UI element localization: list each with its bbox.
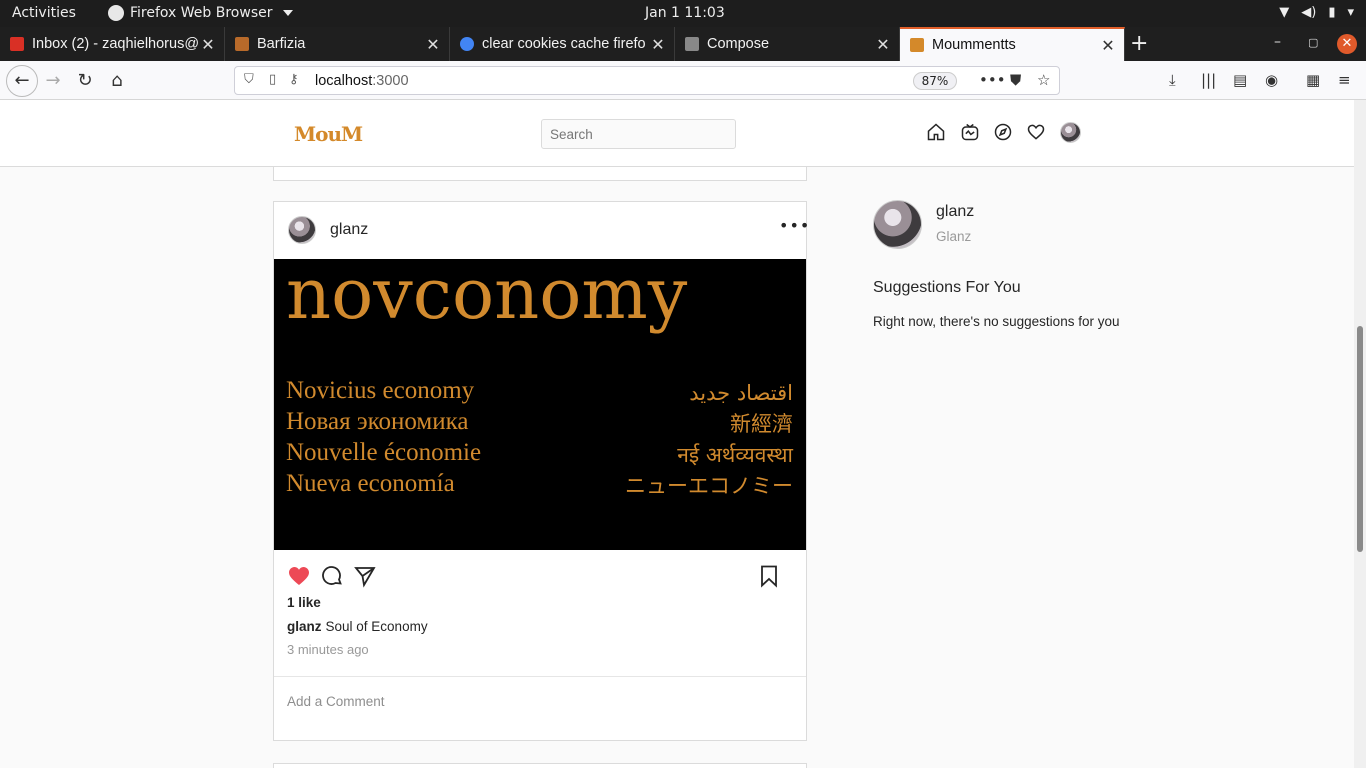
- maximize-icon[interactable]: ▢: [1308, 36, 1318, 49]
- system-tray[interactable]: ▼ ◀) ▮ ▾: [1279, 5, 1354, 20]
- caption-text: Soul of Economy: [325, 619, 428, 634]
- post-header: glanz •••: [274, 202, 809, 259]
- post-author-username[interactable]: glanz: [330, 221, 368, 239]
- page-actions-icon[interactable]: •••: [979, 71, 1006, 89]
- search-input[interactable]: [541, 119, 736, 149]
- suggestions-empty-message: Right now, there's no suggestions for yo…: [873, 314, 1120, 329]
- like-heart-icon[interactable]: [287, 564, 311, 588]
- profile-avatar[interactable]: [1060, 122, 1081, 143]
- battery-icon: ▮: [1328, 5, 1336, 20]
- tab-strip: Inbox (2) - zaqhielhorus@ ✕ Barfizia ✕ c…: [0, 27, 1366, 61]
- post-image-left-lines: Novicius economy Новая экономика Nouvell…: [286, 377, 482, 497]
- activities-button[interactable]: Activities: [12, 5, 76, 21]
- tab-barfizia[interactable]: Barfizia ✕: [225, 27, 450, 61]
- comment-icon[interactable]: [320, 564, 344, 588]
- tab-title: Compose: [707, 36, 770, 52]
- share-send-icon[interactable]: [353, 564, 377, 588]
- key-icon[interactable]: ⚷: [289, 72, 299, 87]
- chevron-down-icon: ▾: [1347, 5, 1354, 20]
- next-post-card: [273, 763, 807, 768]
- scrollbar-thumb[interactable]: [1357, 326, 1363, 552]
- clock[interactable]: Jan 1 11:03: [645, 5, 725, 21]
- new-tab-button[interactable]: +: [1130, 31, 1148, 56]
- tab-inbox[interactable]: Inbox (2) - zaqhielhorus@ ✕: [0, 27, 225, 61]
- close-icon[interactable]: ✕: [200, 35, 216, 54]
- post-author-avatar[interactable]: [288, 216, 316, 244]
- extensions-icon[interactable]: ▦: [1306, 71, 1320, 89]
- sidebar-user-avatar[interactable]: [873, 200, 922, 249]
- app-menu[interactable]: Firefox Web Browser: [108, 5, 293, 21]
- tab-title: Moummentts: [932, 37, 1016, 53]
- page-icon: ▯: [269, 72, 277, 87]
- activity-heart-icon[interactable]: [1025, 121, 1047, 143]
- tab-compose[interactable]: Compose ✕: [675, 27, 900, 61]
- minimize-icon[interactable]: –: [1274, 34, 1281, 50]
- close-icon[interactable]: ✕: [1100, 36, 1116, 55]
- post-caption: glanz Soul of Economy: [287, 619, 428, 634]
- post-image-right-lines: اقتصاد جديد 新經濟 नई अर्थव्यवस्था ニューエコノミー: [625, 381, 793, 498]
- system-top-bar: Activities Firefox Web Browser Jan 1 11:…: [0, 0, 1366, 27]
- wifi-icon: ▼: [1279, 5, 1290, 20]
- home-icon[interactable]: [925, 121, 947, 143]
- google-icon: [460, 37, 474, 51]
- app-menu-label: Firefox Web Browser: [130, 5, 273, 21]
- previous-post-card: [273, 167, 807, 181]
- volume-icon: ◀): [1301, 5, 1317, 20]
- tab-clear-cookies[interactable]: clear cookies cache firefo ✕: [450, 27, 675, 61]
- account-icon[interactable]: ◉: [1265, 71, 1278, 89]
- post-image[interactable]: novconomy Novicius economy Новая экономи…: [274, 259, 806, 550]
- save-bookmark-icon[interactable]: [757, 564, 781, 588]
- logo[interactable]: MouM: [294, 122, 363, 146]
- bookmark-star-icon[interactable]: ☆: [1037, 71, 1050, 89]
- app-header: MouM: [0, 100, 1354, 167]
- compose-icon: [685, 37, 699, 51]
- page-scrollbar[interactable]: [1354, 100, 1366, 768]
- like-count[interactable]: 1 like: [287, 595, 321, 610]
- tab-title: Inbox (2) - zaqhielhorus@: [32, 36, 200, 52]
- close-icon[interactable]: ✕: [875, 35, 891, 54]
- menu-icon[interactable]: ≡: [1338, 71, 1351, 89]
- shield-icon[interactable]: ⛉: [244, 72, 254, 87]
- explore-compass-icon[interactable]: [992, 121, 1014, 143]
- reload-button[interactable]: ↻: [72, 68, 98, 94]
- zoom-indicator[interactable]: 87%: [913, 72, 957, 90]
- moummentts-icon: [910, 38, 924, 52]
- chevron-down-icon: [282, 10, 293, 16]
- url-bar[interactable]: ⛉ ▯ ⚷ localhost:3000 87% ••• ⛊ ☆: [234, 66, 1060, 95]
- url-text[interactable]: localhost:3000: [315, 73, 409, 89]
- library-icon[interactable]: |||: [1201, 71, 1216, 89]
- pocket-icon[interactable]: ⛊: [1010, 71, 1021, 89]
- inbox-icon[interactable]: [959, 121, 981, 143]
- tab-title: Barfizia: [257, 36, 306, 52]
- post-image-headline: novconomy: [286, 259, 688, 335]
- window-close-button[interactable]: ✕: [1337, 34, 1357, 54]
- post-actions: [274, 550, 806, 598]
- post-card: glanz ••• novconomy Novicius economy Нов…: [273, 201, 809, 741]
- web-page: MouM glanz ••• novconomy Novicius econom…: [0, 100, 1354, 768]
- gmail-icon: [10, 37, 24, 51]
- close-icon[interactable]: ✕: [650, 35, 666, 54]
- sidebar-fullname: Glanz: [936, 229, 972, 244]
- back-button[interactable]: ←: [6, 65, 38, 97]
- post-timestamp: 3 minutes ago: [287, 642, 369, 657]
- download-icon[interactable]: ⤓: [1169, 71, 1176, 89]
- caption-username[interactable]: glanz: [287, 619, 322, 634]
- sidebar-icon[interactable]: ▤: [1233, 71, 1247, 89]
- nav-bar: ← → ↻ ⌂ ⛉ ▯ ⚷ localhost:3000 87% ••• ⛊ ☆…: [0, 61, 1366, 100]
- more-options-icon[interactable]: •••: [779, 216, 810, 235]
- barfizia-icon: [235, 37, 249, 51]
- sidebar-username[interactable]: glanz: [936, 203, 974, 221]
- suggestions-title: Suggestions For You: [873, 279, 1021, 296]
- close-icon[interactable]: ✕: [425, 35, 441, 54]
- tab-title: clear cookies cache firefo: [482, 36, 646, 52]
- add-comment-input[interactable]: [287, 691, 787, 711]
- firefox-icon: [108, 5, 124, 21]
- forward-button[interactable]: →: [40, 68, 66, 94]
- tab-moummentts[interactable]: Moummentts ✕: [900, 27, 1125, 61]
- home-button[interactable]: ⌂: [104, 68, 130, 94]
- add-comment-area: [274, 676, 806, 740]
